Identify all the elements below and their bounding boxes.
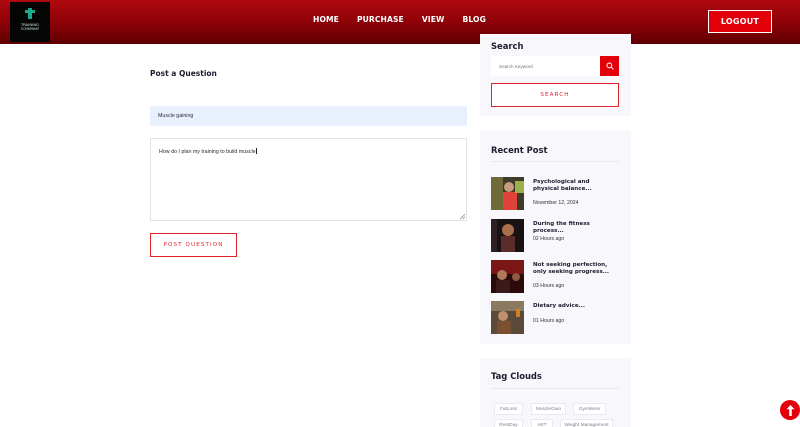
post-question-button[interactable]: POST QUESTION <box>150 233 237 257</box>
section-divider <box>491 388 619 389</box>
main-nav: HOME PURCHASE VIEW BLOG <box>313 15 486 24</box>
tag-chip[interactable]: GymWear <box>573 403 606 415</box>
brand-logo-text: TRAINING COMPANY <box>20 23 40 31</box>
nav-home[interactable]: HOME <box>313 15 339 24</box>
tag-chip[interactable]: Weight Management <box>560 419 613 427</box>
form-title: Post a Question <box>150 69 217 78</box>
search-icon-button[interactable] <box>600 56 619 76</box>
recent-posts-widget: Recent Post Psychological and physical b… <box>480 131 631 344</box>
recent-post-item[interactable]: Psychological and physical balance... No… <box>491 177 626 211</box>
nav-purchase[interactable]: PURCHASE <box>357 15 404 24</box>
message-text: How do I plan my training to build muscl… <box>159 149 256 155</box>
post-title[interactable]: Not seeking perfection, only seeking pro… <box>533 262 613 277</box>
post-thumbnail[interactable] <box>491 301 524 334</box>
arrow-up-icon <box>786 404 794 416</box>
post-date: November 12, 2024 <box>533 200 579 206</box>
nav-blog[interactable]: BLOG <box>462 15 485 24</box>
post-title[interactable]: During the fitness process... <box>533 221 613 236</box>
recent-post-item[interactable]: Dietary advice... 01 Hours ago <box>491 301 626 335</box>
top-header: TRAINING COMPANY HOME PURCHASE VIEW BLOG… <box>0 0 800 44</box>
post-date: 02 Hours ago <box>533 236 565 242</box>
post-thumbnail[interactable] <box>491 177 524 210</box>
recent-posts-title: Recent Post <box>491 145 548 155</box>
post-thumbnail[interactable] <box>491 260 524 293</box>
question-message-textarea[interactable]: How do I plan my training to build muscl… <box>150 138 467 221</box>
tag-chip[interactable]: HIIT <box>531 419 553 427</box>
tag-clouds-widget: Tag Clouds FatLoss MuscleGain GymWear Re… <box>480 358 631 427</box>
text-caret <box>255 148 257 154</box>
post-date: 03 Hours ago <box>533 283 565 289</box>
tag-chip[interactable]: FatLoss <box>494 403 523 415</box>
tag-chip[interactable]: MuscleGain <box>531 403 566 415</box>
post-title[interactable]: Psychological and physical balance... <box>533 179 613 194</box>
section-divider <box>491 161 619 162</box>
brand-logo[interactable]: TRAINING COMPANY <box>10 2 50 42</box>
search-input[interactable] <box>491 56 601 76</box>
search-widget: Search SEARCH <box>480 34 631 116</box>
search-title: Search <box>491 41 524 51</box>
recent-post-item[interactable]: During the fitness process... 02 Hours a… <box>491 219 626 253</box>
tag-clouds-title: Tag Clouds <box>491 371 542 381</box>
dumbbell-icon <box>24 8 36 20</box>
search-icon <box>605 62 614 70</box>
post-title[interactable]: Dietary advice... <box>533 303 613 310</box>
search-button[interactable]: SEARCH <box>491 83 619 107</box>
post-thumbnail[interactable] <box>491 219 524 252</box>
nav-view[interactable]: VIEW <box>422 15 445 24</box>
logout-button[interactable]: LOGOUT <box>708 10 772 33</box>
recent-post-item[interactable]: Not seeking perfection, only seeking pro… <box>491 260 626 294</box>
question-subject-input[interactable] <box>150 106 467 126</box>
scroll-to-top-button[interactable] <box>780 400 800 420</box>
resize-handle-icon[interactable] <box>460 214 465 219</box>
tag-chip[interactable]: RestDay <box>494 419 523 427</box>
post-date: 01 Hours ago <box>533 318 565 324</box>
